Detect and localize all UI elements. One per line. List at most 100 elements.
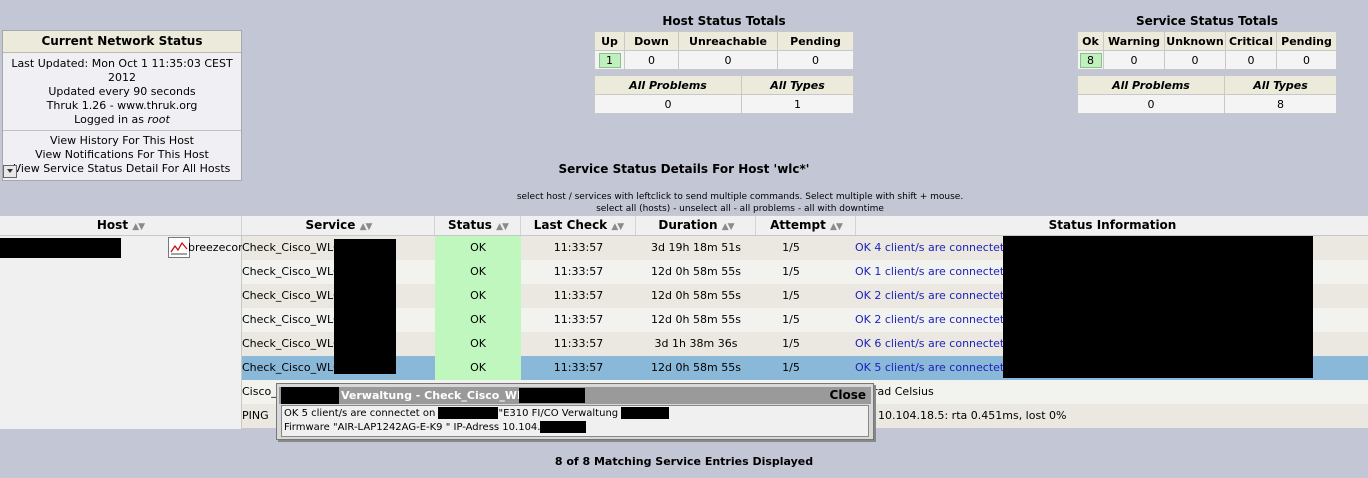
svc-warning-header[interactable]: Warning [1103,31,1165,51]
host-up-header[interactable]: Up [594,31,625,51]
duration: 12d 0h 58m 55s [651,313,741,326]
duration: 12d 0h 58m 55s [651,265,741,278]
network-status-title: Current Network Status [3,31,241,53]
redacted-host [0,238,121,258]
status-information: 10.104.18.5: rta 0.451ms, lost 0% [878,409,1067,422]
service-totals-summary: All Problems All Types 0 8 [1077,75,1337,114]
host-all-problems-count[interactable]: 0 [594,94,742,114]
status-information: rad Celsius [873,385,934,398]
duration: 3d 19h 18m 51s [651,241,741,254]
last-check: 11:33:57 [553,289,604,302]
col-attempt[interactable]: Attempt ▲▼ [755,216,856,235]
popup-body: OK 5 client/s are connectet on "E310 FI/… [281,405,869,437]
selection-links[interactable]: select all (hosts) - unselect all - all … [0,203,1368,215]
svc-all-problems-header[interactable]: All Problems [1077,75,1225,95]
svc-pending-count[interactable]: 0 [1276,50,1337,70]
host-unreachable-header[interactable]: Unreachable [678,31,778,51]
sort-arrows-icon[interactable]: ▲▼ [830,222,843,232]
status-popup: Verwaltung - Check_Cisco_WLC Close OK 5 … [276,383,874,440]
matching-entries-footer: 8 of 8 Matching Service Entries Displaye… [554,455,814,468]
svc-unknown-header[interactable]: Unknown [1164,31,1226,51]
host-all-types-count[interactable]: 1 [741,94,854,114]
status-ok: OK [435,356,521,380]
svc-pending-header[interactable]: Pending [1276,31,1337,51]
popup-close-button[interactable]: Close [830,387,866,404]
view-notifications-link[interactable]: View Notifications For This Host [35,148,209,161]
username: root [147,113,170,126]
svc-critical-header[interactable]: Critical [1225,31,1277,51]
popup-line1-location: "E310 FI/CO Verwaltung [498,408,619,419]
host-all-problems-header[interactable]: All Problems [594,75,742,95]
popup-line2: Firmware "AIR-LAP1242AG-E-K9 " IP-Adress… [284,422,541,433]
duration: 12d 0h 58m 55s [651,361,741,374]
duration: 3d 1h 38m 36s [654,337,738,350]
last-check: 11:33:57 [553,241,604,254]
popup-title: Verwaltung - Check_Cisco_WLC [341,389,533,402]
popup-line1-start: OK 5 client/s are connectet on [284,408,436,419]
attempt: 1/5 [782,337,800,350]
attempt: 1/5 [782,361,800,374]
redacted-popup-text [621,407,670,419]
last-check: 11:33:57 [553,265,604,278]
svc-ok-header[interactable]: Ok [1077,31,1104,51]
duration: 12d 0h 58m 55s [651,289,741,302]
svc-critical-count[interactable]: 0 [1225,50,1277,70]
sort-arrows-icon[interactable]: ▲▼ [611,222,624,232]
host-down-header[interactable]: Down [624,31,679,51]
svc-warning-count[interactable]: 0 [1103,50,1165,70]
sort-arrows-icon[interactable]: ▲▼ [496,222,509,232]
status-ok: OK [435,332,521,356]
logged-in: Logged in as root [74,113,170,126]
redacted-popup-ap [438,407,499,419]
status-ok: OK [435,260,521,284]
view-history-link[interactable]: View History For This Host [50,134,194,147]
host-totals-table: Up Down Unreachable Pending 1 0 0 0 [594,31,854,70]
selection-hint: select host / services with leftclick to… [0,191,1368,215]
status-ok: OK [435,236,521,260]
version-link[interactable]: Thruk 1.26 - www.thruk.org [5,99,239,113]
svc-ok-count[interactable]: 8 [1079,52,1102,68]
host-all-types-header[interactable]: All Types [741,75,854,95]
col-status-information[interactable]: Status Information [855,216,1368,235]
last-check: 11:33:57 [553,361,604,374]
attempt: 1/5 [782,313,800,326]
sort-arrows-icon[interactable]: ▲▼ [360,222,373,232]
update-interval: Updated every 90 seconds [48,85,196,98]
graph-icon[interactable] [168,237,190,258]
host-pending-header[interactable]: Pending [777,31,854,51]
redacted-status-info [1003,236,1313,378]
host-totals-title: Host Status Totals [662,14,786,28]
col-status[interactable]: Status ▲▼ [434,216,521,235]
host-unreachable-count[interactable]: 0 [678,50,778,70]
attempt: 1/5 [782,289,800,302]
svc-unknown-count[interactable]: 0 [1164,50,1226,70]
svc-all-types-count[interactable]: 8 [1224,94,1337,114]
sort-arrows-icon[interactable]: ▲▼ [132,222,145,232]
host-name-link[interactable]: breezecom [188,241,249,254]
attempt: 1/5 [782,265,800,278]
service-totals-title: Service Status Totals [1135,14,1279,28]
host-down-count[interactable]: 0 [624,50,679,70]
redacted-service-names [334,239,396,374]
host-up-count[interactable]: 1 [598,52,621,68]
redacted-popup-service [519,388,585,403]
host-cell [0,236,242,429]
col-last-check[interactable]: Last Check ▲▼ [520,216,636,235]
service-details-title: Service Status Details For Host 'wlc*' [558,162,810,176]
svc-all-problems-count[interactable]: 0 [1077,94,1225,114]
table-header: Host ▲▼ Service ▲▼ Status ▲▼ Last Check … [0,215,1368,236]
last-check: 11:33:57 [553,337,604,350]
status-ok: OK [435,284,521,308]
col-host[interactable]: Host ▲▼ [0,216,241,235]
host-pending-count[interactable]: 0 [777,50,854,70]
svc-all-types-header[interactable]: All Types [1224,75,1337,95]
status-ok: OK [435,308,521,332]
col-duration[interactable]: Duration ▲▼ [635,216,756,235]
attempt: 1/5 [782,241,800,254]
host-totals-summary: All Problems All Types 0 1 [594,75,854,114]
col-service[interactable]: Service ▲▼ [241,216,435,235]
last-updated: Last Updated: Mon Oct 1 11:35:03 CEST 20… [11,57,233,84]
redacted-popup-host [281,387,339,404]
last-check: 11:33:57 [553,313,604,326]
sort-arrows-icon[interactable]: ▲▼ [722,222,735,232]
